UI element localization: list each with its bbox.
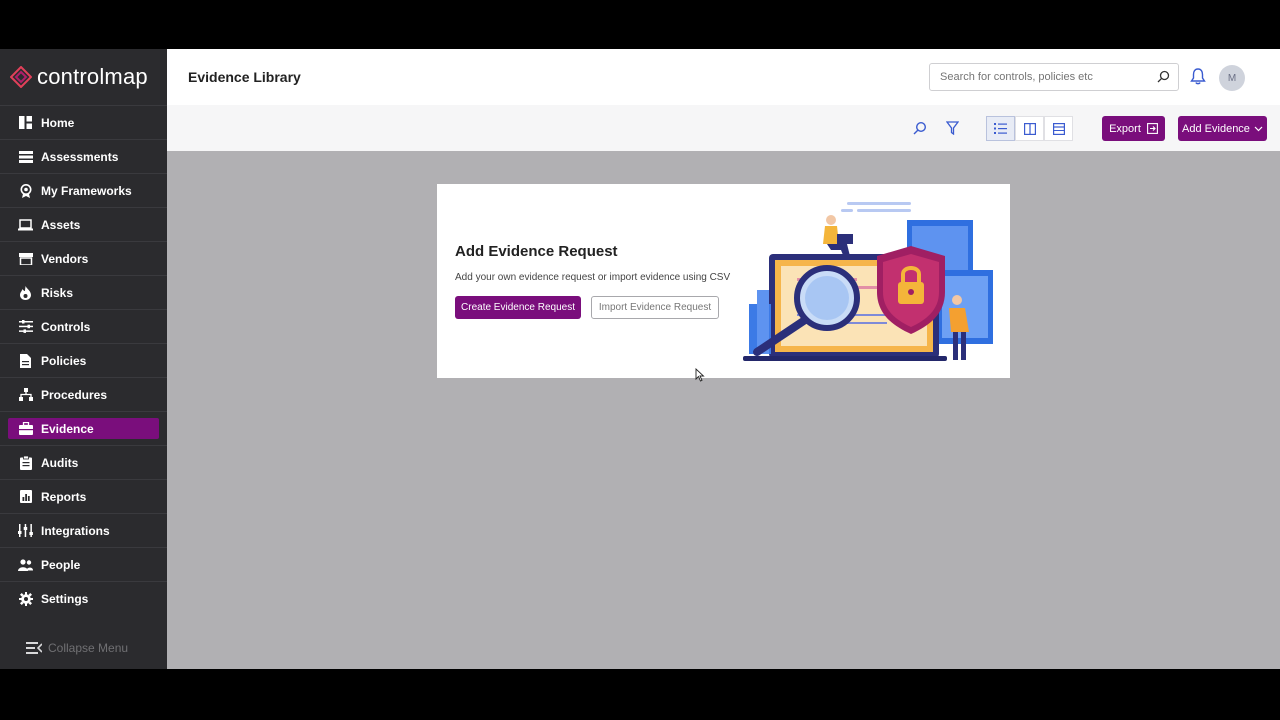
sidebar-item-label: Risks <box>41 285 74 300</box>
sidebar-item-label: Integrations <box>41 523 110 538</box>
list-icon <box>18 149 33 164</box>
sidebar-item-label: My Frameworks <box>41 183 132 198</box>
sidebar-item-label: Home <box>41 115 75 130</box>
add-evidence-button[interactable]: Add Evidence <box>1178 116 1267 141</box>
brand-name: controlmap <box>37 64 148 89</box>
export-icon <box>1146 123 1158 134</box>
list-view-icon <box>994 123 1007 134</box>
collapse-icon <box>26 642 42 654</box>
sidebar-item-label: Settings <box>41 591 89 606</box>
chart-icon <box>18 489 33 504</box>
briefcase-icon <box>18 421 33 436</box>
empty-state-card: Add Evidence Request Add your own eviden… <box>437 184 1010 378</box>
collapse-menu-label: Collapse Menu <box>48 641 129 655</box>
import-evidence-request-button[interactable]: Import Evidence Request <box>591 296 719 319</box>
clipboard-icon <box>18 455 33 470</box>
board-view-button[interactable] <box>1015 116 1044 141</box>
export-button[interactable]: Export <box>1102 116 1165 141</box>
sidebar-item-assessments[interactable]: Assessments <box>0 139 167 173</box>
app-window: controlmap Home Assessments My Frameworks A… <box>0 49 1280 669</box>
search-input[interactable] <box>940 71 1155 83</box>
mouse-cursor-icon <box>695 368 705 382</box>
add-evidence-button-label: Add Evidence <box>1182 122 1250 135</box>
list-view-button[interactable] <box>986 116 1015 141</box>
filter-icon[interactable] <box>946 121 959 135</box>
search-icon[interactable] <box>1157 70 1170 83</box>
sidebar-item-my-frameworks[interactable]: My Frameworks <box>0 173 167 207</box>
sidebar-item-label: Vendors <box>41 251 89 266</box>
columns-view-icon <box>1023 122 1036 135</box>
sidebar-item-reports[interactable]: Reports <box>0 479 167 513</box>
sidebar-item-integrations[interactable]: Integrations <box>0 513 167 547</box>
sidebar-item-label: Evidence <box>41 421 94 436</box>
table-view-icon <box>1052 122 1065 135</box>
sidebar-item-evidence[interactable]: Evidence <box>0 411 167 445</box>
global-search[interactable] <box>929 63 1179 91</box>
home-icon <box>18 115 33 130</box>
card-title: Add Evidence Request <box>455 243 618 260</box>
sidebar-item-policies[interactable]: Policies <box>0 343 167 377</box>
integration-icon <box>18 523 33 538</box>
sidebar-item-people[interactable]: People <box>0 547 167 581</box>
sidebar-item-audits[interactable]: Audits <box>0 445 167 479</box>
sidebar-item-label: Controls <box>41 319 91 334</box>
sidebar-item-settings[interactable]: Settings <box>0 581 167 615</box>
sidebar: controlmap Home Assessments My Frameworks A… <box>0 49 167 669</box>
sidebar-item-label: Audits <box>41 455 79 470</box>
gear-icon <box>18 591 33 606</box>
sliders-icon <box>18 319 33 334</box>
controlmap-logo-icon <box>10 66 32 88</box>
people-icon <box>18 557 33 572</box>
store-icon <box>18 251 33 266</box>
create-evidence-request-button[interactable]: Create Evidence Request <box>455 296 581 319</box>
laptop-icon <box>18 217 33 232</box>
fire-icon <box>18 285 33 300</box>
toolbar: Export Add Evidence <box>167 105 1280 151</box>
sidebar-item-label: People <box>41 557 81 572</box>
badge-icon <box>18 183 33 198</box>
sidebar-item-label: Reports <box>41 489 87 504</box>
sidebar-item-label: Assessments <box>41 149 119 164</box>
document-icon <box>18 353 33 368</box>
sidebar-item-vendors[interactable]: Vendors <box>0 241 167 275</box>
sidebar-item-controls[interactable]: Controls <box>0 309 167 343</box>
sidebar-item-procedures[interactable]: Procedures <box>0 377 167 411</box>
card-description: Add your own evidence request or import … <box>455 272 731 283</box>
evidence-illustration <box>743 202 993 361</box>
collapse-menu-button[interactable]: Collapse Menu <box>26 641 128 655</box>
sidebar-item-label: Procedures <box>41 387 108 402</box>
top-header: Evidence Library M <box>167 49 1280 105</box>
sidebar-item-label: Policies <box>41 353 87 368</box>
sidebar-item-home[interactable]: Home <box>0 105 167 139</box>
sidebar-nav: Home Assessments My Frameworks Assets Vendor… <box>0 105 167 615</box>
view-toggle-group <box>986 116 1073 141</box>
chevron-down-icon <box>1254 126 1263 131</box>
brand-logo[interactable]: controlmap <box>0 49 167 105</box>
user-avatar[interactable]: M <box>1219 65 1245 91</box>
sidebar-item-risks[interactable]: Risks <box>0 275 167 309</box>
table-view-button[interactable] <box>1044 116 1073 141</box>
search-icon[interactable] <box>913 121 927 135</box>
notification-bell-icon[interactable] <box>1190 68 1206 85</box>
export-button-label: Export <box>1109 122 1141 135</box>
sidebar-item-assets[interactable]: Assets <box>0 207 167 241</box>
sidebar-item-label: Assets <box>41 217 81 232</box>
page-title: Evidence Library <box>188 69 301 85</box>
sitemap-icon <box>18 387 33 402</box>
